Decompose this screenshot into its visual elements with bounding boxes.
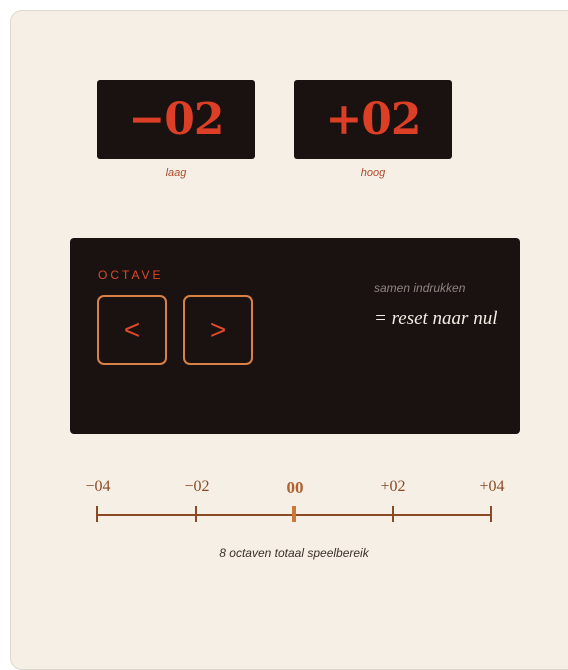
scale-tick: [96, 506, 98, 522]
low-octave-caption: laag: [165, 167, 187, 179]
chevron-right-icon: >: [209, 314, 227, 345]
scale-tick: [490, 506, 492, 522]
press-together-hint: samen indrukken: [374, 281, 466, 295]
high-octave-display: +02: [294, 80, 452, 159]
scale-label-plus-4: +04: [479, 478, 505, 495]
scale-label-zero: 00: [286, 478, 304, 497]
high-octave-caption: hoog: [360, 167, 386, 179]
octave-down-button[interactable]: <: [97, 295, 167, 365]
reset-hint: = reset naar nul: [374, 308, 498, 329]
scale-label-minus-2: −02: [184, 478, 210, 495]
range-caption: 8 octaven totaal speelbereik: [219, 546, 369, 560]
scale-label-minus-4: −04: [85, 478, 111, 495]
scale-label-plus-2: +02: [380, 478, 406, 495]
chevron-left-icon: <: [123, 314, 141, 345]
octave-control-panel: OCTAVE < > samen indrukken = reset naar …: [70, 238, 520, 434]
octave-up-button[interactable]: >: [183, 295, 253, 365]
low-octave-display: −02: [97, 80, 255, 159]
scale-tick: [195, 506, 197, 522]
octave-label: OCTAVE: [98, 268, 164, 282]
scale-tick-current: [292, 506, 296, 522]
scale-tick: [392, 506, 394, 522]
